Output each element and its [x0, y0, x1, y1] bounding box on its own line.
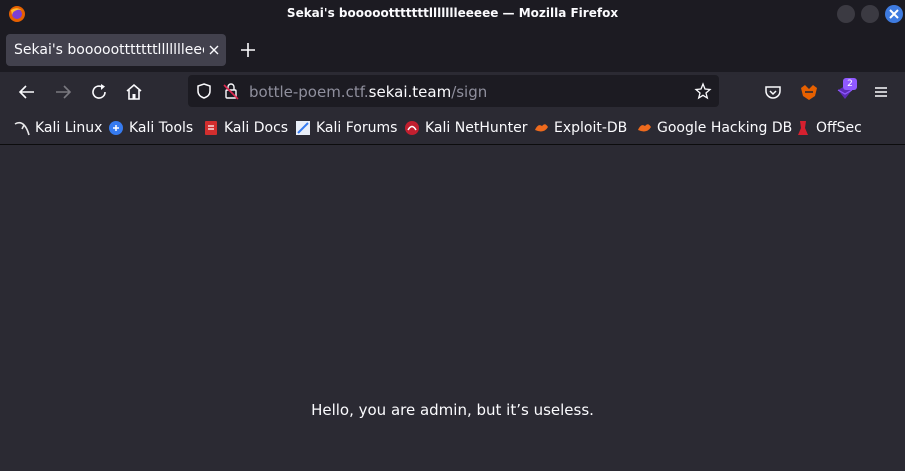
bookmark-label: Kali Linux — [35, 120, 103, 136]
bookmark-label: OffSec — [816, 120, 862, 136]
forward-arrow-icon[interactable] — [53, 82, 73, 102]
close-window-button[interactable] — [885, 5, 903, 23]
foxyproxy-extension-icon[interactable] — [799, 82, 819, 102]
tracking-shield-icon[interactable] — [195, 82, 213, 100]
bookmark-star-icon[interactable] — [694, 82, 712, 100]
tab-active[interactable]: Sekai's boooootttttttllllllleeeee — [6, 34, 226, 66]
exploit-db-icon — [535, 124, 548, 132]
url-bar[interactable]: bottle-poem.ctf.sekai.team/sign — [188, 75, 719, 107]
bookmark-exploit-db[interactable]: Exploit-DB — [533, 118, 627, 138]
bookmark-kali-tools[interactable]: Kali Tools — [108, 118, 193, 138]
menu-hamburger-icon[interactable] — [871, 82, 891, 102]
bookmark-kali-nethunter[interactable]: Kali NetHunter — [404, 118, 527, 138]
navigation-toolbar: bottle-poem.ctf.sekai.team/sign 2 — [0, 72, 905, 112]
maximize-button[interactable] — [861, 5, 879, 23]
bookmark-kali-linux[interactable]: Kali Linux — [14, 118, 102, 138]
kali-dragon-icon — [14, 121, 30, 136]
bookmark-label: Kali Tools — [129, 120, 194, 136]
kali-forums-icon — [296, 121, 310, 135]
bookmark-kali-docs[interactable]: Kali Docs — [203, 118, 288, 138]
home-icon[interactable] — [124, 82, 144, 102]
page-message: Hello, you are admin, but it’s useless. — [311, 401, 594, 419]
tab-close-icon[interactable] — [206, 42, 222, 58]
bookmark-label: Exploit-DB — [554, 120, 628, 136]
bookmarks-toolbar: Kali Linux Kali Tools Kali Docs Kali For… — [0, 112, 905, 145]
kali-tools-icon — [109, 121, 123, 135]
window-titlebar: Sekai's boooootttttttllllllleeeee — Mozi… — [0, 0, 905, 28]
extension-badge: 2 — [843, 78, 857, 90]
kali-nethunter-icon — [405, 121, 419, 135]
offsec-icon — [798, 121, 808, 135]
minimize-button[interactable] — [837, 5, 855, 23]
bookmark-label: Kali NetHunter — [425, 120, 528, 136]
bookmark-label: Kali Docs — [224, 120, 289, 136]
close-icon — [889, 9, 899, 19]
ghdb-icon — [638, 124, 651, 132]
bookmark-google-hacking-db[interactable]: Google Hacking DB — [636, 118, 792, 138]
pocket-icon[interactable] — [763, 82, 783, 102]
kali-docs-icon — [205, 121, 217, 135]
tab-strip: Sekai's boooootttttttllllllleeeee — [0, 28, 905, 72]
window-title: Sekai's boooootttttttllllllleeeee — Mozi… — [286, 6, 619, 20]
insecure-lock-icon[interactable] — [222, 82, 240, 100]
bookmark-kali-forums[interactable]: Kali Forums — [295, 118, 397, 138]
back-arrow-icon[interactable] — [17, 82, 37, 102]
url-prefix: bottle-poem.ctf. — [249, 83, 369, 101]
bookmark-label: Google Hacking DB — [657, 120, 793, 136]
url-path: /sign — [451, 83, 488, 101]
bookmark-label: Kali Forums — [316, 120, 398, 136]
url-domain: sekai.team — [368, 83, 452, 101]
reload-icon[interactable] — [89, 82, 109, 102]
bookmark-offsec[interactable]: OffSec — [795, 118, 862, 138]
tab-title: Sekai's boooootttttttllllllleeeee — [14, 42, 204, 58]
page-content: Hello, you are admin, but it’s useless. — [0, 145, 905, 471]
url-text: bottle-poem.ctf.sekai.team/sign — [249, 83, 487, 101]
new-tab-icon[interactable] — [238, 40, 258, 60]
